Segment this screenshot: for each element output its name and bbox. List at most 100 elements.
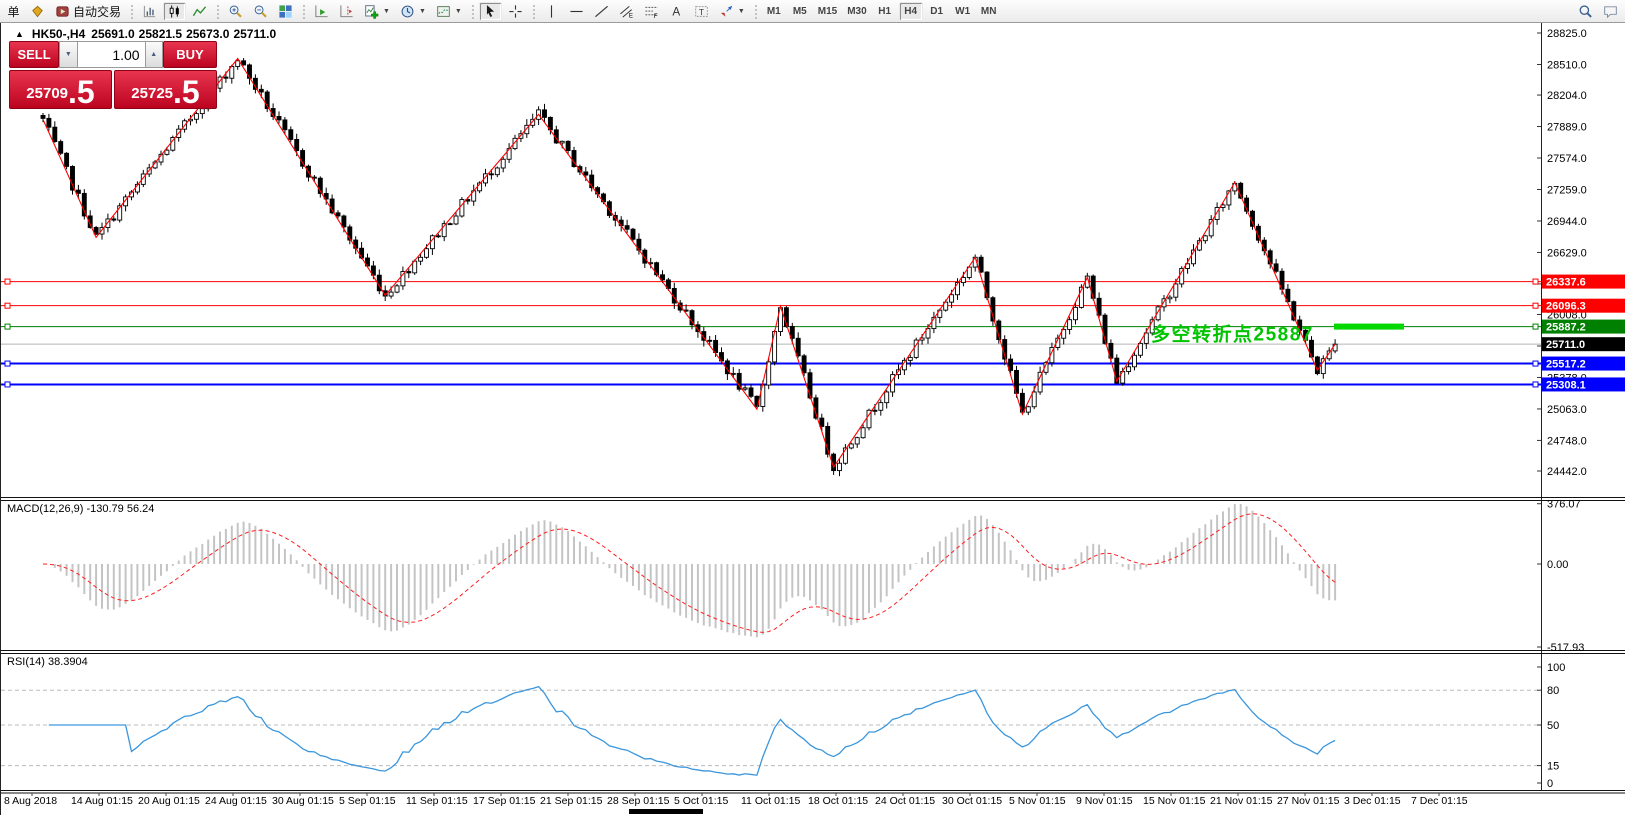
svg-text:50: 50	[1547, 720, 1559, 732]
horizontal-line-button[interactable]	[565, 2, 588, 21]
volume-up-button[interactable]: ▲	[145, 41, 163, 68]
sell-button[interactable]: SELL	[9, 41, 59, 68]
toolbar-grip	[215, 3, 220, 20]
buy-price-box[interactable]: 25725 .5	[114, 70, 217, 109]
svg-text:100: 100	[1547, 662, 1565, 674]
scrollbar[interactable]	[629, 809, 703, 814]
svg-text:20 Aug 01:15: 20 Aug 01:15	[138, 795, 200, 807]
svg-text:8 Aug 2018: 8 Aug 2018	[4, 795, 57, 807]
timeframe-button-M5[interactable]: M5	[788, 2, 812, 21]
toolbar-grip	[531, 3, 536, 20]
macd-label: MACD(12,26,9) -130.79 56.24	[7, 503, 154, 515]
bar-chart-button[interactable]	[138, 2, 161, 21]
svg-text:24748.0: 24748.0	[1547, 435, 1587, 447]
volume-input[interactable]	[78, 41, 145, 68]
svg-text:376.07: 376.07	[1547, 499, 1581, 511]
svg-text:5 Oct 01:15: 5 Oct 01:15	[674, 795, 728, 807]
svg-text:26096.3: 26096.3	[1546, 301, 1586, 313]
text-label-button[interactable]: T	[690, 2, 713, 21]
top-toolbar: 单 自动交易 ▼ ▼ ▼ E F A T ▼ M1M5M15M30H1H	[0, 0, 1625, 23]
svg-text:25517.2: 25517.2	[1546, 359, 1586, 371]
crosshair-button[interactable]	[504, 2, 527, 21]
svg-text:28825.0: 28825.0	[1547, 28, 1587, 40]
svg-text:0: 0	[1547, 778, 1553, 790]
one-click-trading-panel: SELL ▼ ▲ BUY 25709 .5 25725 .5	[9, 41, 217, 109]
svg-text:24 Oct 01:15: 24 Oct 01:15	[875, 795, 935, 807]
zigzag-line	[43, 58, 1335, 467]
periods-button[interactable]: ▼	[396, 2, 430, 21]
trendline-button[interactable]	[590, 2, 613, 21]
time-axis[interactable]: 8 Aug 2018 14 Aug 01:15 20 Aug 01:15 24 Aug…	[4, 793, 1468, 807]
svg-text:28 Sep 01:15: 28 Sep 01:15	[607, 795, 670, 807]
svg-text:-517.93: -517.93	[1547, 642, 1584, 654]
svg-text:26629.0: 26629.0	[1547, 247, 1587, 259]
collapse-arrow-icon[interactable]: ▲	[15, 29, 24, 39]
timeframe-toolbar: M1M5M15M30H1H4D1W1MN	[761, 2, 1002, 21]
annotation-bar	[1334, 324, 1404, 330]
chart-window[interactable]: 28825.028510.028204.027889.027574.027259…	[0, 23, 1625, 815]
sell-price-box[interactable]: 25709 .5	[9, 70, 112, 109]
text-button[interactable]: A	[665, 2, 688, 21]
svg-text:26337.6: 26337.6	[1546, 277, 1586, 289]
autotrading-button[interactable]: 自动交易	[51, 2, 125, 21]
svg-text:14 Aug 01:15: 14 Aug 01:15	[71, 795, 133, 807]
svg-text:25711.0: 25711.0	[1546, 339, 1585, 351]
chat-button[interactable]	[1599, 2, 1622, 21]
svg-text:18 Oct 01:15: 18 Oct 01:15	[808, 795, 868, 807]
sell-price-int: 25709	[26, 85, 68, 102]
arrows-button[interactable]: ▼	[715, 2, 749, 21]
rsi-grid	[1, 690, 1541, 765]
svg-text:25887.2: 25887.2	[1546, 322, 1586, 334]
chart-canvas[interactable]: 28825.028510.028204.027889.027574.027259…	[1, 23, 1625, 815]
svg-text:30 Oct 01:15: 30 Oct 01:15	[942, 795, 1002, 807]
rsi-label: RSI(14) 38.3904	[7, 656, 88, 668]
timeframe-button-M15[interactable]: M15	[814, 2, 841, 21]
fibonacci-button[interactable]: F	[640, 2, 663, 21]
vertical-line-button[interactable]	[540, 2, 563, 21]
annotation: 多空转折点25887	[1151, 323, 1404, 346]
timeframe-button-D1[interactable]: D1	[925, 2, 949, 21]
equidistant-channel-button[interactable]: E	[615, 2, 638, 21]
svg-text:17 Sep 01:15: 17 Sep 01:15	[473, 795, 536, 807]
timeframe-button-H1[interactable]: H1	[873, 2, 897, 21]
svg-text:25063.0: 25063.0	[1547, 404, 1587, 416]
timeframe-button-M1[interactable]: M1	[762, 2, 786, 21]
mt4-window: 单 自动交易 ▼ ▼ ▼ E F A T ▼ M1M5M15M30H1H	[0, 0, 1625, 815]
svg-text:28510.0: 28510.0	[1547, 59, 1587, 71]
svg-text:11 Oct 01:15: 11 Oct 01:15	[741, 795, 801, 807]
new-order-label: 单	[7, 3, 19, 20]
gold-nugget-icon[interactable]	[26, 2, 49, 21]
new-order-button[interactable]: 单	[3, 2, 24, 21]
svg-text:26944.0: 26944.0	[1547, 216, 1587, 228]
templates-button[interactable]: ▼	[432, 2, 466, 21]
ohlc-high: 25821.5	[139, 27, 182, 41]
buy-button[interactable]: BUY	[163, 41, 217, 68]
svg-text:21 Sep 01:15: 21 Sep 01:15	[540, 795, 603, 807]
timeframe-button-W1[interactable]: W1	[951, 2, 975, 21]
auto-scroll-button[interactable]	[310, 2, 333, 21]
tile-windows-button[interactable]	[274, 2, 297, 21]
symbol-period-label: HK50-,H4	[32, 27, 85, 41]
cursor-button[interactable]	[479, 2, 502, 21]
timeframe-button-MN[interactable]: MN	[977, 2, 1001, 21]
panel-borders	[1, 23, 1625, 793]
rsi-line	[49, 687, 1335, 776]
svg-text:27574.0: 27574.0	[1547, 153, 1587, 165]
indicators-button[interactable]: ▼	[360, 2, 394, 21]
svg-text:24 Aug 01:15: 24 Aug 01:15	[205, 795, 267, 807]
volume-down-button[interactable]: ▼	[59, 41, 77, 68]
timeframe-button-H4[interactable]: H4	[899, 2, 923, 21]
candlestick-chart-button[interactable]	[163, 2, 186, 21]
timeframe-button-M30[interactable]: M30	[843, 2, 870, 21]
search-button[interactable]	[1574, 2, 1597, 21]
svg-text:5 Nov 01:15: 5 Nov 01:15	[1009, 795, 1066, 807]
line-chart-button[interactable]	[188, 2, 211, 21]
price-axis[interactable]: 28825.028510.028204.027889.027574.027259…	[1537, 28, 1587, 478]
zoom-out-button[interactable]	[249, 2, 272, 21]
chart-shift-button[interactable]	[335, 2, 358, 21]
scrollbar-thumb	[629, 809, 703, 814]
svg-text:28204.0: 28204.0	[1547, 90, 1587, 102]
toolbar-grip	[301, 3, 306, 20]
svg-text:15 Nov 01:15: 15 Nov 01:15	[1143, 795, 1206, 807]
zoom-in-button[interactable]	[224, 2, 247, 21]
